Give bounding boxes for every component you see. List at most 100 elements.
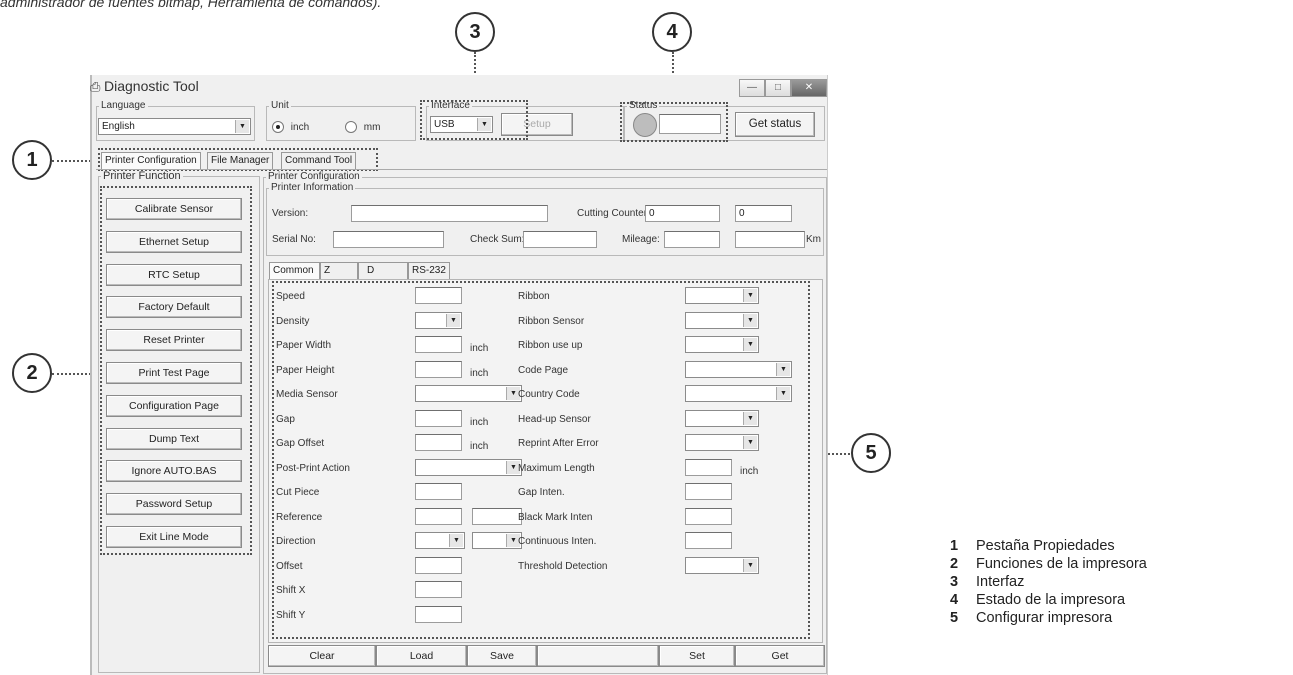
language-select[interactable]: English ▼ bbox=[98, 118, 251, 135]
mileage-field-1[interactable] bbox=[664, 231, 720, 248]
shift-x-field[interactable] bbox=[415, 581, 462, 598]
get-button[interactable]: Get bbox=[735, 645, 825, 667]
ribbon-sensor-select[interactable]: ▼ bbox=[685, 312, 759, 329]
code-page-select[interactable]: ▼ bbox=[685, 361, 792, 378]
subtab-d[interactable]: D bbox=[358, 262, 408, 279]
density-select[interactable]: ▼ bbox=[415, 312, 462, 329]
tabs-highlight bbox=[98, 148, 378, 171]
cut-piece-field[interactable] bbox=[415, 483, 462, 500]
ribbon-use-up-select[interactable]: ▼ bbox=[685, 336, 759, 353]
legend-item: 3 Interfaz bbox=[950, 573, 1147, 591]
media-sensor-label: Media Sensor bbox=[276, 389, 338, 400]
legend-number: 4 bbox=[950, 592, 959, 608]
cutting-counter-field-1[interactable]: 0 bbox=[645, 205, 720, 222]
serial-no-field[interactable] bbox=[333, 231, 444, 248]
threshold-detection-label: Threshold Detection bbox=[518, 561, 608, 572]
gap-field[interactable] bbox=[415, 410, 462, 427]
load-button[interactable]: Load bbox=[376, 645, 467, 667]
maximize-button[interactable]: □ bbox=[765, 79, 791, 97]
printer-function-button[interactable]: RTC Setup bbox=[106, 263, 242, 286]
chevron-down-icon: ▼ bbox=[776, 387, 790, 400]
set-button[interactable]: Set bbox=[659, 645, 735, 667]
ribbon-label: Ribbon bbox=[518, 291, 550, 302]
unit-inch-option[interactable]: inch bbox=[272, 121, 309, 133]
legend-item: 4 Estado de la impresora bbox=[950, 591, 1147, 609]
subtab-rs232[interactable]: RS-232 bbox=[408, 262, 450, 279]
reference-x-field[interactable] bbox=[415, 508, 462, 525]
gap-label: Gap bbox=[276, 414, 295, 425]
printer-function-button[interactable]: Configuration Page bbox=[106, 394, 242, 417]
printer-configuration-label: Printer Configuration bbox=[268, 171, 360, 182]
unit-inch-label: inch bbox=[290, 121, 310, 133]
direction-select-2[interactable]: ▼ bbox=[472, 532, 522, 549]
mileage-field-2[interactable] bbox=[735, 231, 805, 248]
legend-text: Interfaz bbox=[976, 574, 1025, 590]
gap-offset-field[interactable] bbox=[415, 434, 462, 451]
gap-offset-unit: inch bbox=[470, 441, 489, 452]
direction-select-1[interactable]: ▼ bbox=[415, 532, 465, 549]
language-value: English bbox=[102, 121, 135, 132]
reprint-after-error-select[interactable]: ▼ bbox=[685, 434, 759, 451]
printer-function-button[interactable]: Exit Line Mode bbox=[106, 526, 242, 548]
printer-function-button[interactable]: Ignore AUTO.BAS bbox=[106, 460, 242, 483]
chevron-down-icon: ▼ bbox=[446, 314, 460, 327]
printer-function-button[interactable]: Print Test Page bbox=[106, 362, 242, 384]
cutting-counter-field-2[interactable]: 0 bbox=[735, 205, 792, 222]
printer-function-label: Printer Function bbox=[103, 170, 181, 182]
paper-width-label: Paper Width bbox=[276, 340, 332, 351]
shift-y-field[interactable] bbox=[415, 606, 462, 623]
head-up-sensor-select[interactable]: ▼ bbox=[685, 410, 759, 427]
maximum-length-label: Maximum Length bbox=[518, 463, 595, 474]
get-status-button[interactable]: Get status bbox=[735, 112, 815, 137]
legend-item: 2 Funciones de la impresora bbox=[950, 555, 1147, 573]
continuous-inten-field[interactable] bbox=[685, 532, 732, 549]
printer-function-button[interactable]: Calibrate Sensor bbox=[106, 198, 242, 220]
printer-function-button[interactable]: Factory Default bbox=[106, 296, 242, 319]
clear-button[interactable]: Clear bbox=[268, 645, 376, 667]
head-up-sensor-label: Head-up Sensor bbox=[518, 414, 591, 425]
country-code-select[interactable]: ▼ bbox=[685, 385, 792, 402]
save-button[interactable]: Save bbox=[467, 645, 537, 667]
serial-no-label: Serial No: bbox=[272, 234, 316, 245]
ribbon-use-up-label: Ribbon use up bbox=[518, 340, 583, 351]
legend-number: 5 bbox=[950, 610, 959, 626]
paper-height-field[interactable] bbox=[415, 361, 462, 378]
paper-width-field[interactable] bbox=[415, 336, 462, 353]
shift-x-label: Shift X bbox=[276, 585, 306, 596]
maximum-length-field[interactable] bbox=[685, 459, 732, 476]
direction-label: Direction bbox=[276, 536, 316, 547]
check-sum-field[interactable] bbox=[523, 231, 597, 248]
printer-function-button[interactable]: Dump Text bbox=[106, 427, 242, 450]
unit-mm-option[interactable]: mm bbox=[345, 121, 380, 133]
interface-highlight bbox=[420, 100, 528, 140]
close-button[interactable]: ✕ bbox=[791, 79, 827, 97]
callout-legend: 1 Pestaña Propiedades 2 Funciones de la im… bbox=[950, 537, 1147, 627]
threshold-detection-select[interactable]: ▼ bbox=[685, 557, 759, 574]
printer-function-button[interactable]: Reset Printer bbox=[106, 329, 242, 352]
km-label: Km bbox=[806, 234, 821, 245]
printer-information-label: Printer Information bbox=[271, 182, 354, 193]
minimize-button[interactable]: — bbox=[739, 79, 765, 97]
media-sensor-select[interactable]: ▼ bbox=[415, 385, 522, 402]
speed-field[interactable] bbox=[415, 287, 462, 304]
legend-item: 1 Pestaña Propiedades bbox=[950, 537, 1147, 555]
subtab-z[interactable]: Z bbox=[320, 262, 358, 279]
version-field[interactable] bbox=[351, 205, 548, 222]
ribbon-sensor-label: Ribbon Sensor bbox=[518, 316, 585, 327]
printer-function-button[interactable]: Password Setup bbox=[106, 493, 242, 516]
callout-5: 5 bbox=[851, 433, 891, 473]
printer-function-button[interactable]: Ethernet Setup bbox=[106, 230, 242, 253]
legend-text: Pestaña Propiedades bbox=[976, 538, 1115, 554]
status-highlight bbox=[620, 102, 728, 142]
chevron-down-icon: ▼ bbox=[743, 559, 757, 572]
black-mark-inten-field[interactable] bbox=[685, 508, 732, 525]
subtab-common[interactable]: Common bbox=[269, 262, 320, 279]
gap-inten-field[interactable] bbox=[685, 483, 732, 500]
language-label: Language bbox=[101, 100, 146, 111]
offset-field[interactable] bbox=[415, 557, 462, 574]
chevron-down-icon: ▼ bbox=[743, 338, 757, 351]
gap-unit: inch bbox=[470, 417, 489, 428]
post-print-action-select[interactable]: ▼ bbox=[415, 459, 522, 476]
ribbon-select[interactable]: ▼ bbox=[685, 287, 759, 304]
reference-y-field[interactable] bbox=[472, 508, 522, 525]
